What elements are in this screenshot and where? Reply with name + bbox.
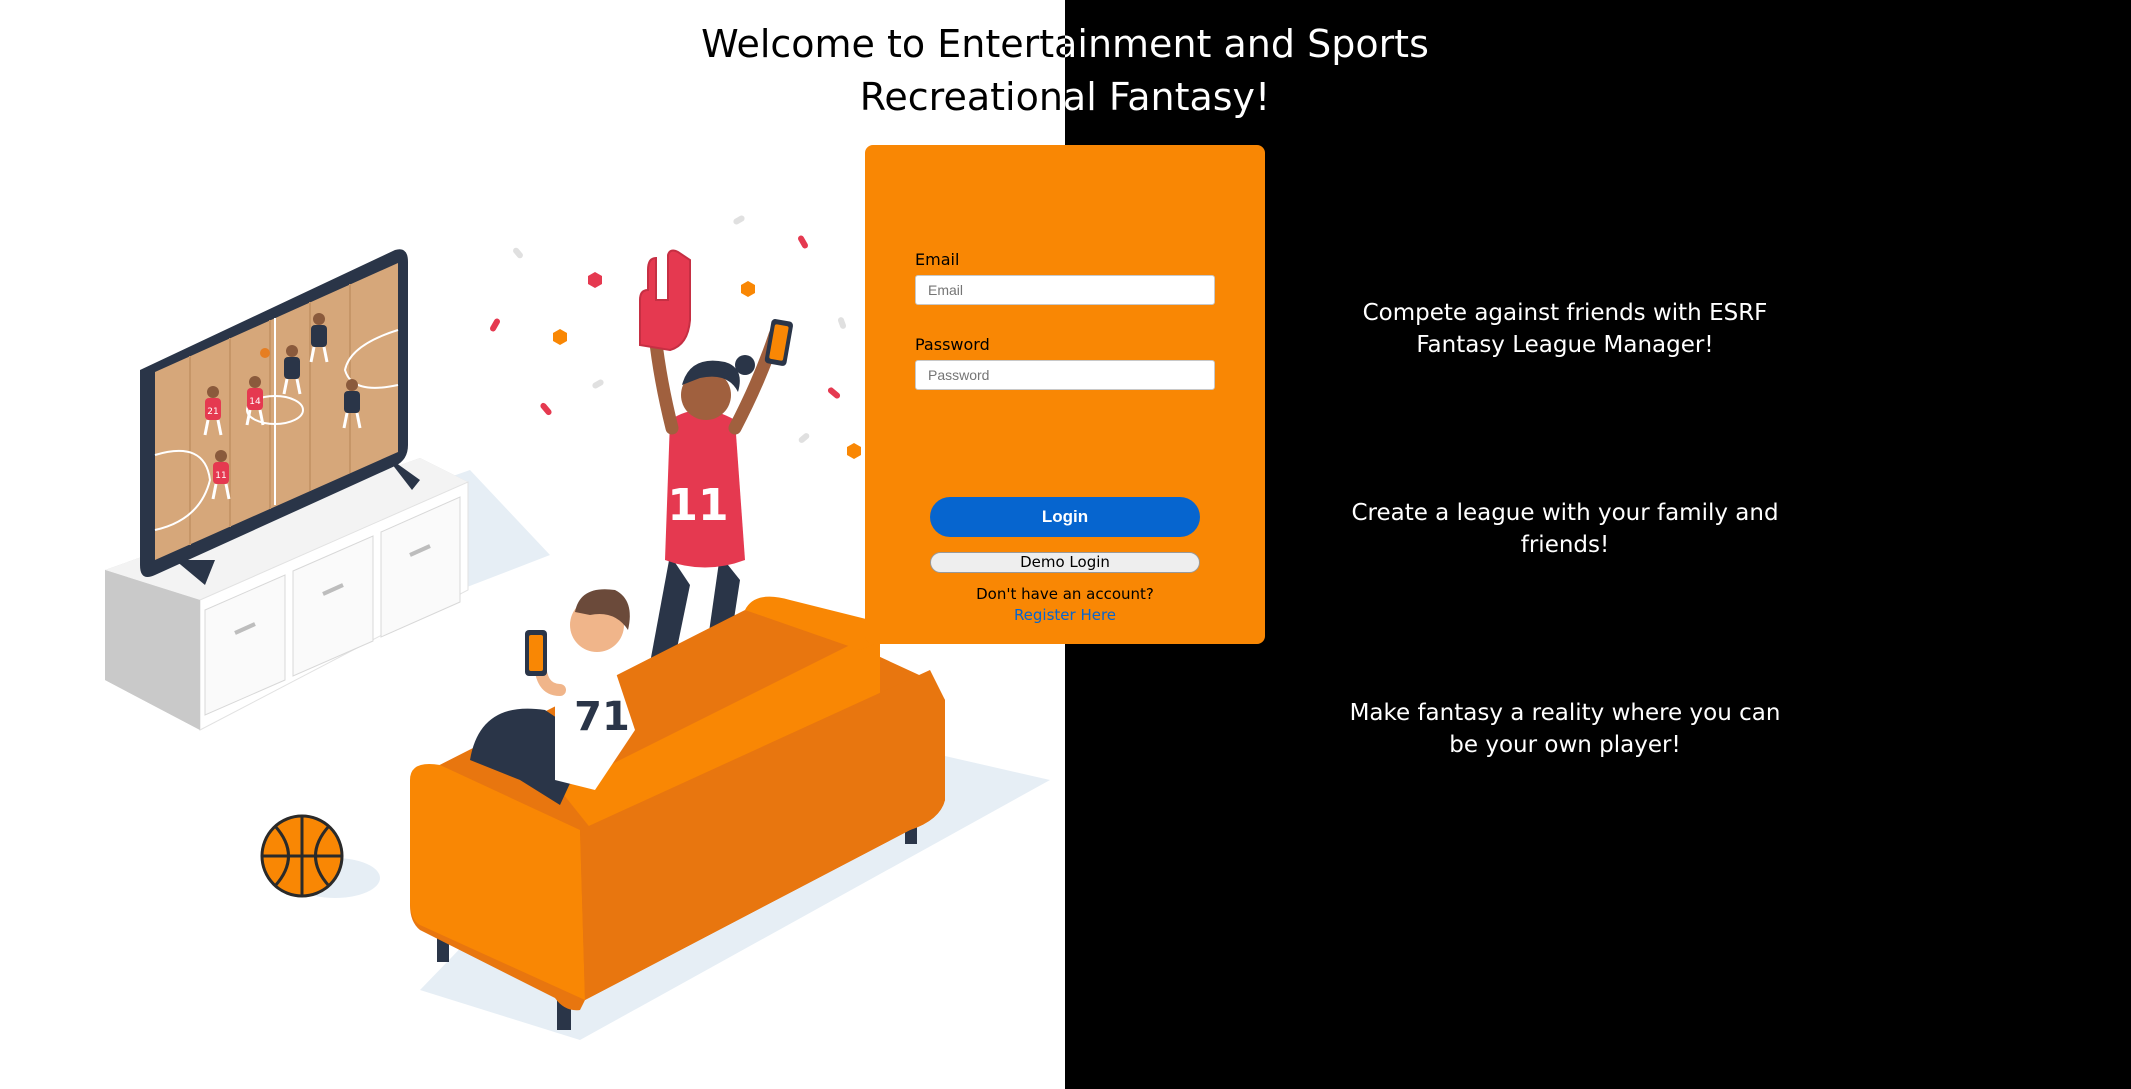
email-label: Email: [915, 250, 960, 269]
feature-make-fantasy: Make fantasy a reality where you can be …: [1349, 700, 1781, 758]
tv-basketball: [260, 348, 270, 358]
svg-text:11: 11: [667, 480, 728, 531]
page-title: Welcome to Entertainment and Sports Recr…: [565, 18, 1565, 124]
login-card: Email Password Login Demo Login Don't ha…: [865, 145, 1265, 644]
page-title-line-1: Welcome to Entertainment and Sports: [701, 22, 1429, 66]
password-label: Password: [915, 335, 990, 354]
svg-text:21: 21: [207, 407, 218, 417]
svg-text:11: 11: [215, 471, 226, 481]
page-title-line-2: Recreational Fantasy!: [859, 75, 1271, 119]
svg-text:14: 14: [249, 397, 261, 407]
demo-login-button[interactable]: Demo Login: [930, 552, 1200, 573]
register-link[interactable]: Register Here: [865, 606, 1265, 624]
email-field[interactable]: [915, 275, 1215, 305]
basketball: [260, 814, 380, 898]
feature-create-league: Create a league with your family and fri…: [1351, 500, 1779, 558]
svg-text:71: 71: [574, 694, 630, 740]
login-button[interactable]: Login: [930, 497, 1200, 537]
password-field[interactable]: [915, 360, 1215, 390]
no-account-text: Don't have an account?: [976, 585, 1154, 603]
feature-compete: Compete against friends with ESRF Fantas…: [1362, 300, 1768, 358]
